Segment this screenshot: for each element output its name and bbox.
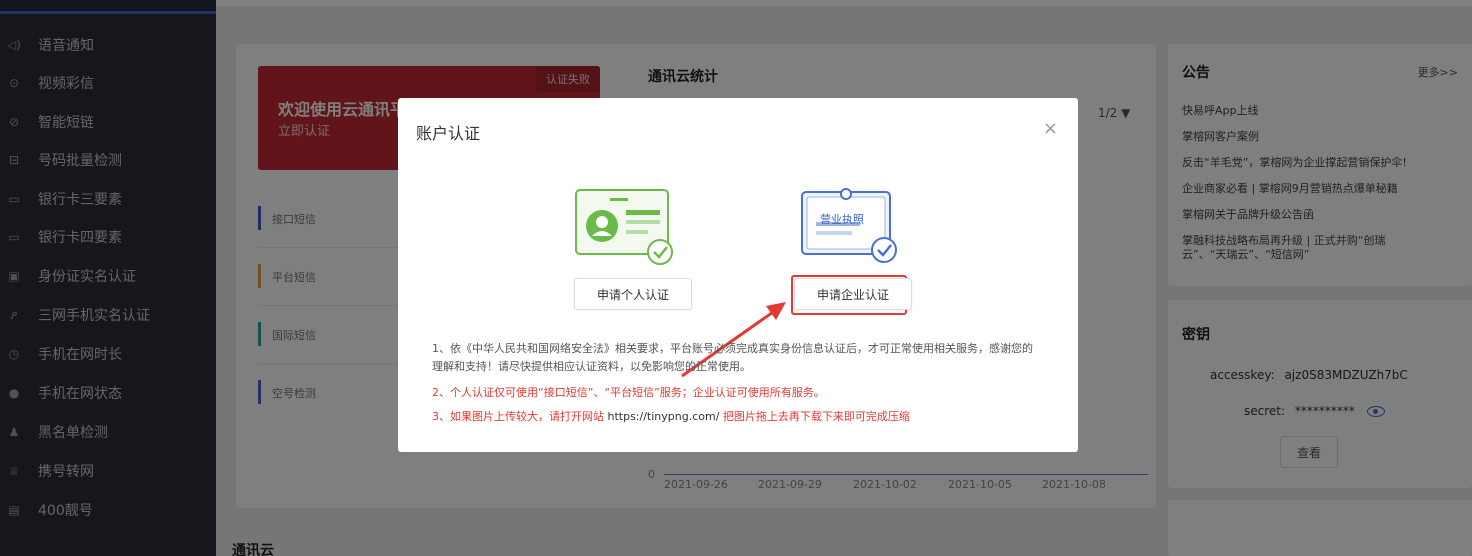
account-verification-modal: 账户认证 × 营业执照 申请个人认证 申请企业认证 1、依《中华人民共和国网络安… — [398, 98, 1078, 452]
apply-enterprise-button[interactable]: 申请企业认证 — [794, 278, 912, 310]
modal-title: 账户认证 — [416, 124, 481, 143]
note-3: 3、如果图片上传较大，请打开网站 https://tinypng.com/ 把图… — [432, 410, 910, 423]
apply-personal-button[interactable]: 申请个人认证 — [574, 278, 692, 310]
note-1: 1、依《中华人民共和国网络安全法》相关要求，平台账号必须完成真实身份信息认证后，… — [432, 342, 1033, 373]
business-license-icon — [801, 188, 897, 263]
close-icon[interactable]: × — [1043, 118, 1058, 139]
license-text: 营业执照 — [820, 213, 864, 226]
note-2: 2、个人认证仅可使用“接口短信”、“平台短信”服务；企业认证可使用所有服务。 — [432, 386, 825, 399]
tinypng-link[interactable]: https://tinypng.com/ — [608, 410, 720, 423]
id-card-icon — [575, 189, 673, 265]
